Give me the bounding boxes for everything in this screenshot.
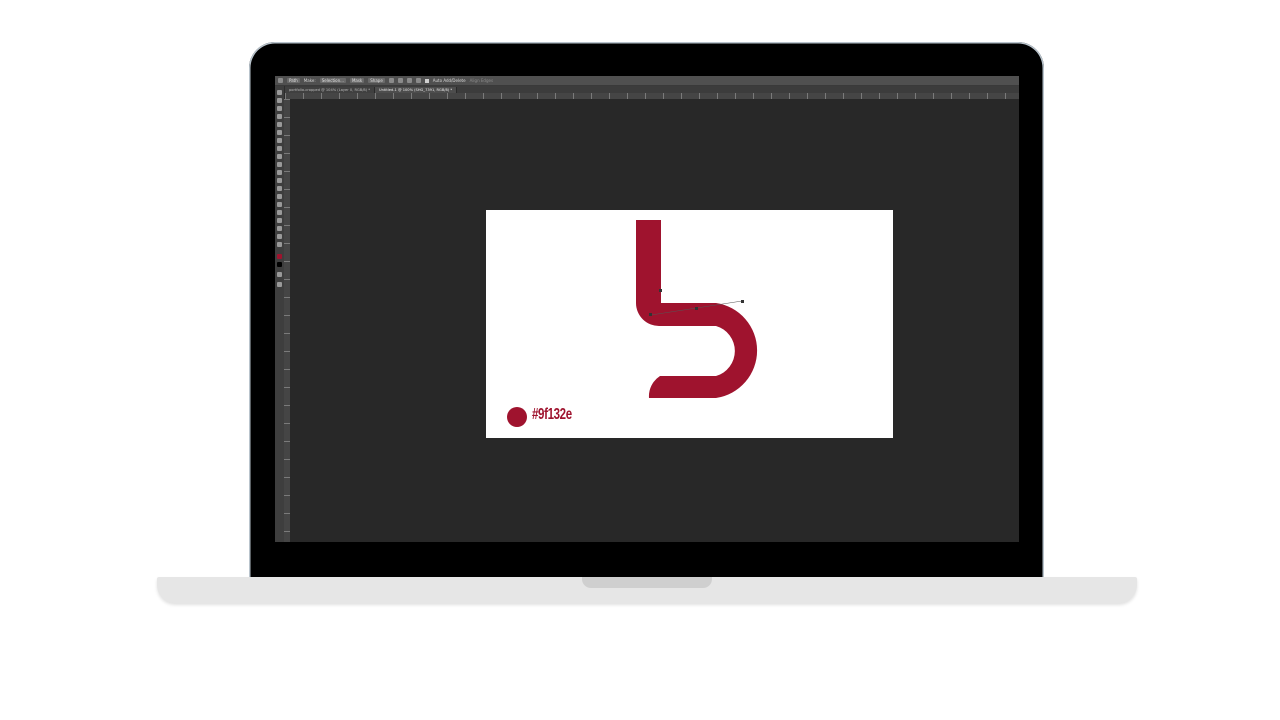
marquee-tool-icon[interactable] — [277, 98, 282, 103]
history-brush-tool-icon[interactable] — [277, 162, 282, 167]
b-letter-shape — [636, 220, 758, 398]
anchor-point[interactable] — [741, 300, 744, 303]
zoom-tool-icon[interactable] — [277, 242, 282, 247]
path-alignment-icon[interactable] — [397, 78, 403, 83]
eyedropper-tool-icon[interactable] — [277, 130, 282, 135]
background-color-swatch[interactable] — [277, 262, 282, 267]
make-label: Make: — [303, 78, 316, 83]
shape-tool-icon[interactable] — [277, 226, 282, 231]
path-arrangement-icon[interactable] — [406, 78, 412, 83]
healing-tool-icon[interactable] — [277, 138, 282, 143]
document-canvas[interactable]: #9f132e — [486, 210, 893, 438]
document-tab-bar: portfolio-cropped @ 104% (Layer 0, RGB/8… — [285, 86, 1019, 93]
stamp-tool-icon[interactable] — [277, 154, 282, 159]
gradient-tool-icon[interactable] — [277, 178, 282, 183]
laptop-base — [157, 577, 1137, 603]
pen-tool-icon[interactable] — [278, 78, 283, 83]
dodge-tool-icon[interactable] — [277, 194, 282, 199]
color-swatch-circle — [507, 407, 527, 427]
hand-tool-icon[interactable] — [277, 234, 282, 239]
mask-button[interactable]: Mask — [349, 78, 365, 83]
crop-tool-icon[interactable] — [277, 122, 282, 127]
lasso-tool-icon[interactable] — [277, 106, 282, 111]
path-select-tool-icon[interactable] — [277, 218, 282, 223]
eraser-tool-icon[interactable] — [277, 170, 282, 175]
move-tool-icon[interactable] — [277, 90, 282, 95]
pen-tool-icon[interactable] — [277, 202, 282, 207]
laptop-notch — [582, 577, 712, 588]
auto-add-delete-checkbox[interactable] — [424, 78, 429, 83]
quick-select-tool-icon[interactable] — [277, 114, 282, 119]
path-operations-icon[interactable] — [388, 78, 394, 83]
foreground-color-swatch[interactable] — [277, 254, 282, 259]
options-bar: Path Make: Selection... Mask Shape Auto … — [275, 76, 1019, 86]
vertical-ruler — [284, 99, 290, 542]
quick-mask-icon[interactable] — [277, 272, 282, 277]
screen-mode-icon[interactable] — [277, 282, 282, 287]
selection-button[interactable]: Selection... — [319, 78, 346, 83]
anchor-point[interactable] — [649, 313, 652, 316]
shape-button[interactable]: Shape — [368, 78, 385, 83]
blur-tool-icon[interactable] — [277, 186, 282, 191]
auto-add-delete-label: Auto Add/Delete — [432, 78, 466, 83]
gear-icon[interactable] — [415, 78, 421, 83]
photoshop-window: Path Make: Selection... Mask Shape Auto … — [275, 76, 1019, 542]
horizontal-ruler — [285, 93, 1019, 99]
type-tool-icon[interactable] — [277, 210, 282, 215]
tool-mode-select[interactable]: Path — [287, 78, 300, 83]
align-edges-label[interactable]: Align Edges — [470, 78, 493, 83]
anchor-point[interactable] — [695, 307, 698, 310]
hex-color-label: #9f132e — [532, 406, 572, 423]
brush-tool-icon[interactable] — [277, 146, 282, 151]
anchor-point[interactable] — [659, 289, 662, 292]
